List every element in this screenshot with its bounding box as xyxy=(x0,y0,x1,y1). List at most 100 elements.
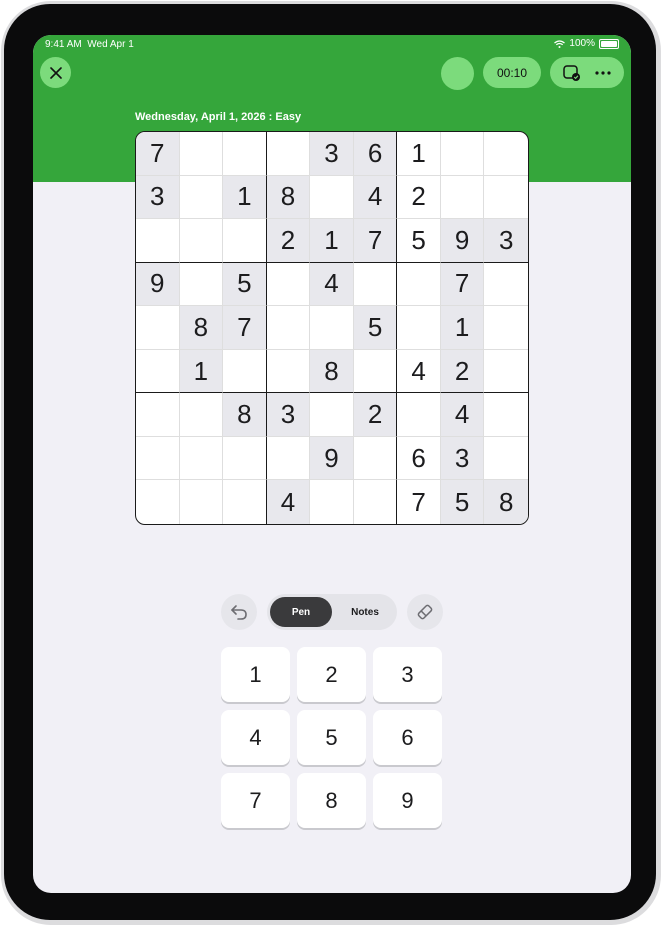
grid-cell[interactable]: 5 xyxy=(353,306,398,350)
grid-cell[interactable] xyxy=(266,436,311,481)
grid-cell[interactable] xyxy=(136,393,180,437)
grid-cell[interactable]: 4 xyxy=(266,480,311,524)
grid-cell[interactable]: 6 xyxy=(397,436,441,481)
timer-button[interactable]: 00:10 xyxy=(483,57,541,88)
grid-cell[interactable]: 1 xyxy=(440,306,485,350)
grid-cell[interactable] xyxy=(266,306,311,350)
number-key-9[interactable]: 9 xyxy=(373,773,442,828)
grid-cell[interactable] xyxy=(136,480,180,524)
grid-cell[interactable]: 2 xyxy=(266,219,311,263)
grid-cell[interactable]: 9 xyxy=(310,436,354,481)
grid-cell[interactable] xyxy=(179,436,224,481)
grid-cell[interactable]: 4 xyxy=(353,175,398,220)
grid-cell[interactable] xyxy=(266,349,311,394)
number-key-4[interactable]: 4 xyxy=(221,710,290,765)
grid-cell[interactable] xyxy=(223,349,267,394)
close-button[interactable] xyxy=(40,57,71,88)
grid-cell[interactable] xyxy=(353,262,398,307)
grid-cell[interactable]: 5 xyxy=(440,480,485,524)
grid-cell[interactable] xyxy=(136,219,180,263)
grid-cell[interactable] xyxy=(180,480,224,524)
grid-cell[interactable] xyxy=(179,219,224,263)
grid-cell[interactable]: 4 xyxy=(440,393,485,437)
grid-cell[interactable] xyxy=(484,132,528,176)
grid-cell[interactable]: 7 xyxy=(136,132,180,176)
grid-cell[interactable]: 7 xyxy=(397,480,441,524)
grid-cell[interactable] xyxy=(310,175,354,220)
grid-cell[interactable] xyxy=(310,480,354,524)
grid-cell[interactable] xyxy=(136,306,180,350)
grid-cell[interactable]: 9 xyxy=(440,219,485,263)
grid-cell[interactable] xyxy=(397,262,441,307)
grid-cell[interactable] xyxy=(223,132,267,176)
grid-cell[interactable]: 3 xyxy=(136,175,180,220)
grid-cell[interactable]: 4 xyxy=(310,262,354,307)
grid-cell[interactable] xyxy=(266,262,311,307)
eraser-icon xyxy=(417,604,433,620)
number-key-7[interactable]: 7 xyxy=(221,773,290,828)
eraser-button[interactable] xyxy=(407,594,443,630)
grid-cell[interactable] xyxy=(353,436,398,481)
grid-cell[interactable] xyxy=(484,393,528,437)
grid-cell[interactable] xyxy=(266,132,311,176)
check-window-icon[interactable] xyxy=(563,64,581,81)
number-key-3[interactable]: 3 xyxy=(373,647,442,702)
grid-cell[interactable]: 1 xyxy=(310,219,354,263)
grid-cell[interactable] xyxy=(484,263,528,307)
grid-cell[interactable] xyxy=(136,349,180,394)
grid-cell[interactable]: 5 xyxy=(223,262,267,307)
grid-cell[interactable] xyxy=(310,306,354,350)
number-key-5[interactable]: 5 xyxy=(297,710,366,765)
grid-cell[interactable] xyxy=(223,436,267,481)
grid-cell[interactable] xyxy=(310,393,354,437)
pen-mode-button[interactable]: Pen xyxy=(270,597,332,627)
grid-cell[interactable]: 5 xyxy=(397,219,441,263)
grid-cell[interactable]: 1 xyxy=(223,175,267,220)
number-key-1[interactable]: 1 xyxy=(221,647,290,702)
grid-cell[interactable]: 3 xyxy=(266,393,311,437)
grid-cell[interactable] xyxy=(484,306,528,350)
grid-cell[interactable] xyxy=(179,175,224,220)
grid-cell[interactable]: 2 xyxy=(440,349,485,394)
grid-cell[interactable]: 8 xyxy=(266,175,311,220)
grid-cell[interactable]: 8 xyxy=(179,306,224,350)
grid-cell[interactable]: 8 xyxy=(223,393,267,437)
grid-cell[interactable] xyxy=(136,436,180,481)
grid-cell[interactable]: 1 xyxy=(179,349,224,394)
grid-cell[interactable] xyxy=(223,480,267,524)
grid-cell[interactable]: 8 xyxy=(484,480,528,524)
number-key-2[interactable]: 2 xyxy=(297,647,366,702)
grid-cell[interactable] xyxy=(353,349,398,394)
undo-button[interactable] xyxy=(221,594,257,630)
grid-cell[interactable]: 3 xyxy=(440,436,485,481)
grid-cell[interactable] xyxy=(397,393,441,437)
grid-cell[interactable]: 9 xyxy=(136,262,180,307)
grid-cell[interactable]: 6 xyxy=(353,132,398,176)
number-key-6[interactable]: 6 xyxy=(373,710,442,765)
grid-cell[interactable]: 7 xyxy=(353,219,398,263)
grid-cell[interactable] xyxy=(484,350,528,394)
grid-cell[interactable] xyxy=(484,176,528,220)
grid-cell[interactable]: 1 xyxy=(397,132,441,176)
grid-cell[interactable] xyxy=(440,175,485,220)
grid-cell[interactable]: 2 xyxy=(397,175,441,220)
grid-cell[interactable] xyxy=(484,437,528,481)
grid-cell[interactable]: 2 xyxy=(353,393,398,437)
grid-cell[interactable]: 7 xyxy=(223,306,267,350)
grid-cell[interactable]: 3 xyxy=(484,219,528,263)
grid-cell[interactable] xyxy=(179,262,224,307)
grid-cell[interactable] xyxy=(440,132,485,176)
grid-cell[interactable] xyxy=(223,219,267,263)
grid-cell[interactable] xyxy=(397,306,441,350)
profile-button[interactable] xyxy=(441,57,474,90)
number-key-8[interactable]: 8 xyxy=(297,773,366,828)
grid-cell[interactable]: 8 xyxy=(310,349,354,394)
grid-cell[interactable]: 7 xyxy=(440,262,485,307)
grid-cell[interactable]: 4 xyxy=(397,349,441,394)
more-icon[interactable] xyxy=(595,70,611,75)
grid-cell[interactable]: 3 xyxy=(310,132,354,176)
grid-cell[interactable] xyxy=(179,132,224,176)
grid-cell[interactable] xyxy=(354,480,398,524)
notes-mode-button[interactable]: Notes xyxy=(335,597,395,627)
grid-cell[interactable] xyxy=(179,393,224,437)
